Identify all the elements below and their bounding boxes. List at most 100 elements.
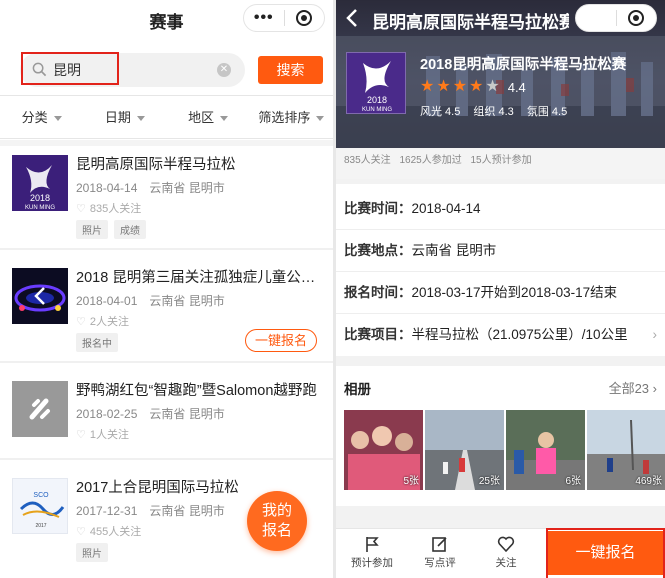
chevron-right-icon: › bbox=[652, 381, 657, 396]
dropdown-arrow-icon bbox=[136, 116, 145, 122]
heart-icon: ♡ bbox=[76, 526, 86, 538]
clear-search-icon[interactable]: ✕ bbox=[217, 63, 231, 77]
tag-photos: 照片 bbox=[76, 220, 108, 239]
heart-icon bbox=[497, 536, 515, 553]
write-review-button[interactable]: 写点评 bbox=[410, 535, 470, 570]
search-bar: ✕ 搜索 bbox=[0, 44, 333, 96]
event-logo: 2018 KUN MING bbox=[346, 52, 406, 114]
album-photo[interactable]: 469张 bbox=[587, 410, 665, 490]
event-thumbnail: SCO 2017 bbox=[12, 478, 68, 534]
svg-text:2018: 2018 bbox=[30, 193, 50, 203]
more-icon[interactable]: ••• bbox=[244, 4, 284, 32]
event-thumbnail bbox=[12, 268, 68, 324]
search-button[interactable]: 搜索 bbox=[258, 56, 323, 84]
list-item[interactable]: 野鸭湖红包“智趣跑”暨Salomon越野跑 2018-02-25 云南省 昆明市 … bbox=[0, 381, 333, 489]
rating-stars: ★ ★ ★ ★ ★ 4.4 bbox=[420, 79, 526, 95]
nav-bar: 昆明高原国际半程马拉松赛 ••• bbox=[336, 0, 665, 36]
back-arrow-icon[interactable] bbox=[344, 8, 360, 28]
event-title: 2018昆明高原国际半程马拉松赛 bbox=[420, 57, 627, 73]
tag-registering: 报名中 bbox=[76, 333, 118, 352]
sub-scores: 风光 4.5 组织 4.3 氛围 4.5 bbox=[420, 106, 568, 118]
search-field[interactable]: ✕ bbox=[20, 52, 245, 87]
dropdown-arrow-icon bbox=[316, 116, 325, 122]
event-list-screen: 赛事 ••• ✕ 搜索 分类 日期 地区 筛选排序 2018 KUN MING 昆… bbox=[0, 0, 333, 578]
close-mini-program-icon[interactable] bbox=[284, 10, 324, 26]
follow-count: 1人关注 bbox=[89, 429, 129, 441]
album-title: 相册 bbox=[344, 382, 371, 397]
filter-date[interactable]: 日期 bbox=[83, 97, 166, 138]
star-icon: ★ bbox=[420, 78, 435, 95]
rating-score: 4.4 bbox=[507, 79, 526, 95]
registration-period-row: 报名时间：2018-03-17开始到2018-03-17结束 bbox=[336, 272, 665, 314]
album-photo[interactable]: 5张 bbox=[344, 410, 423, 490]
star-icon: ★ bbox=[436, 78, 451, 95]
album-photo[interactable]: 25张 bbox=[425, 410, 504, 490]
nav-bar: 赛事 ••• bbox=[0, 0, 333, 36]
follow-count: 835人关注 bbox=[89, 203, 142, 215]
event-location: 云南省 昆明市 bbox=[149, 504, 225, 518]
dropdown-arrow-icon bbox=[220, 116, 229, 122]
follow-count: 835人关注 bbox=[344, 155, 391, 166]
page-title: 昆明高原国际半程马拉松赛 bbox=[372, 13, 569, 32]
mini-program-capsule: ••• bbox=[575, 4, 657, 32]
filter-sort[interactable]: 筛选排序 bbox=[250, 97, 333, 138]
filter-bar: 分类 日期 地区 筛选排序 bbox=[0, 97, 333, 139]
event-title: 野鸭湖红包“智趣跑”暨Salomon越野跑 bbox=[76, 383, 317, 399]
heart-icon: ♡ bbox=[76, 429, 86, 441]
filter-category[interactable]: 分类 bbox=[0, 97, 83, 138]
quick-register-button[interactable]: 一键报名 bbox=[546, 528, 665, 578]
event-date: 2017-12-31 bbox=[76, 504, 138, 518]
svg-text:2017: 2017 bbox=[35, 523, 46, 529]
mini-program-capsule: ••• bbox=[243, 4, 325, 32]
list-item[interactable]: 2018 KUN MING 昆明高原国际半程马拉松 2018-04-14 云南省 昆… bbox=[0, 155, 333, 263]
chevron-right-icon: › bbox=[652, 327, 658, 342]
svg-text:KUN MING: KUN MING bbox=[362, 107, 392, 113]
star-icon: ★ bbox=[452, 78, 468, 95]
event-date: 2018-02-25 bbox=[76, 407, 138, 421]
plan-to-join-button[interactable]: 预计参加 bbox=[342, 535, 402, 570]
follow-count: 455人关注 bbox=[89, 526, 142, 538]
filter-region[interactable]: 地区 bbox=[167, 97, 250, 138]
my-registrations-button[interactable]: 我的 报名 bbox=[247, 491, 307, 551]
event-detail-screen: 昆明高原国际半程马拉松赛 ••• 2018 KUN MING 2018昆明高原国际… bbox=[336, 0, 665, 578]
event-info: 比赛时间：2018-04-14 比赛地点：云南省 昆明市 报名时间：2018-0… bbox=[336, 184, 665, 356]
star-icon: ★ bbox=[469, 78, 484, 95]
dropdown-arrow-icon bbox=[53, 116, 62, 122]
heart-icon: ♡ bbox=[76, 316, 86, 328]
race-location-row: 比赛地点：云南省 昆明市 bbox=[336, 230, 665, 272]
event-date: 2018-04-01 bbox=[76, 294, 138, 308]
event-thumbnail: 2018 KUN MING bbox=[12, 155, 68, 211]
svg-text:KUN MING: KUN MING bbox=[25, 205, 55, 211]
close-mini-program-icon[interactable] bbox=[616, 10, 656, 26]
planned-count: 15人预计参加 bbox=[470, 155, 532, 166]
list-item[interactable]: 2018 昆明第三届关注孤独症儿童公益跑 2018-04-01 云南省 昆明市 ♡… bbox=[0, 268, 333, 376]
event-thumbnail bbox=[12, 381, 68, 437]
event-date: 2018-04-14 bbox=[76, 181, 138, 195]
edit-icon bbox=[432, 537, 447, 552]
heart-icon: ♡ bbox=[76, 203, 86, 215]
follow-button[interactable]: 关注 bbox=[476, 535, 536, 570]
tag-results: 成绩 bbox=[114, 220, 146, 239]
svg-text:2018: 2018 bbox=[367, 95, 387, 105]
quick-register-button[interactable]: 一键报名 bbox=[245, 329, 317, 352]
album-view-all[interactable]: 全部23 › bbox=[609, 378, 657, 397]
follow-count: 2人关注 bbox=[89, 316, 129, 328]
event-stats: 835人关注 1625人参加过 15人预计参加 bbox=[336, 148, 665, 179]
event-location: 云南省 昆明市 bbox=[149, 181, 225, 195]
event-hero: 昆明高原国际半程马拉松赛 ••• 2018 KUN MING 2018昆明高原国际… bbox=[336, 0, 665, 148]
race-items-row[interactable]: 比赛项目：半程马拉松（21.0975公里）/10公里 › bbox=[336, 314, 665, 356]
svg-text:SCO: SCO bbox=[33, 492, 49, 499]
register-highlight-box bbox=[546, 528, 665, 578]
event-location: 云南省 昆明市 bbox=[149, 294, 225, 308]
star-icon: ★ bbox=[485, 78, 500, 95]
photo-album: 相册 全部23 › 5张 25张 6张 469张 bbox=[336, 366, 665, 506]
flag-icon bbox=[366, 537, 379, 552]
search-highlight-box bbox=[21, 52, 119, 85]
tag-photos: 照片 bbox=[76, 543, 108, 562]
more-icon[interactable]: ••• bbox=[576, 4, 616, 32]
race-date-row: 比赛时间：2018-04-14 bbox=[336, 188, 665, 230]
album-photo[interactable]: 6张 bbox=[506, 410, 585, 490]
attended-count: 1625人参加过 bbox=[399, 155, 462, 166]
event-title: 2018 昆明第三届关注孤独症儿童公益跑 bbox=[76, 270, 321, 286]
event-title: 昆明高原国际半程马拉松 bbox=[76, 157, 236, 173]
